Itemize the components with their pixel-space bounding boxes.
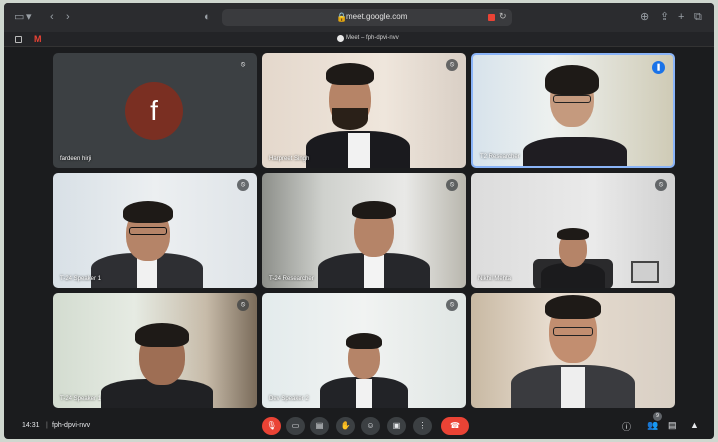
tab-bar: M Meet – fph-dpvi-nvv <box>4 32 714 47</box>
browser-toolbar: ▭ ▾ ‹ › ◐ 🔒 meet.google.com ↻ ⊕ ⇪ + ⧉ <box>4 3 714 32</box>
participant-tile-fardeen[interactable]: f ⦸ fardeen hirji <box>53 53 257 168</box>
mic-muted-icon: ⦸ <box>446 179 458 191</box>
participant-name: Dev Speaker 2 <box>269 396 309 402</box>
address-url: meet.google.com <box>346 12 408 21</box>
gmail-icon[interactable]: M <box>34 34 42 44</box>
mic-muted-icon: ⦸ <box>446 59 458 71</box>
raise-hand-button[interactable]: ✋ <box>336 417 355 435</box>
meet-window: ▭ ▾ ‹ › ◐ 🔒 meet.google.com ↻ ⊕ ⇪ + ⧉ M … <box>4 3 714 439</box>
new-tab-icon[interactable]: + <box>678 10 684 24</box>
privacy-shield-icon[interactable]: ◐ <box>204 10 211 24</box>
participant-name: Harpreet Singh <box>269 156 310 162</box>
participant-tile-nikhil[interactable]: ⦸ Nikhil Mehta <box>471 173 675 288</box>
participant-tile-t24-speaker-1[interactable]: ⦸ T-24 Speaker 1 <box>53 173 257 288</box>
pinned-tab-icon[interactable] <box>15 36 22 43</box>
camera-toggle-button[interactable]: ▭ <box>286 417 305 435</box>
meeting-info-icon[interactable]: ⓘ <box>622 420 631 433</box>
participant-tile-9[interactable] <box>471 293 675 408</box>
present-screen-button[interactable]: ▣ <box>387 417 406 435</box>
back-arrow-icon[interactable]: ‹ <box>50 10 54 24</box>
download-icon[interactable]: ⊕ <box>640 10 649 24</box>
participant-name: Nikhil Mehta <box>478 276 512 282</box>
tab-favicon-icon <box>337 35 344 42</box>
tab-meet[interactable]: Meet – fph-dpvi-nvv <box>346 35 399 41</box>
address-bar[interactable]: 🔒 meet.google.com ↻ <box>222 9 512 26</box>
reload-icon[interactable]: ↻ <box>499 11 507 22</box>
participant-name: fardeen hirji <box>60 156 92 162</box>
mic-muted-icon: ⦸ <box>237 299 249 311</box>
speaking-indicator-icon: ❚ <box>652 61 665 74</box>
meeting-control-bar: 14:31 | fph-dpvi-nvv 🎙 ▭ ▤ ✋ ☺ ▣ ⋮ ☎ ⓘ 9… <box>4 412 714 439</box>
chevron-down-icon[interactable]: ▾ <box>26 10 32 24</box>
tab-overview-icon[interactable]: ⧉ <box>694 10 702 24</box>
participant-tile-t24-researcher[interactable]: ⦸ T-24 Researcher <box>262 173 466 288</box>
participant-name: T-24 Speaker 1 <box>60 396 102 402</box>
participant-tile-dev-speaker-2[interactable]: ⦸ Dev Speaker 2 <box>262 293 466 408</box>
participant-name: T-24 Researcher <box>269 276 314 282</box>
chat-icon[interactable]: ▤ <box>668 420 677 431</box>
mic-toggle-button[interactable]: 🎙 <box>262 417 281 435</box>
participant-name: T2 Researcher <box>480 154 520 160</box>
leave-call-button[interactable]: ☎ <box>441 417 469 435</box>
recording-icon <box>488 14 495 21</box>
sidebar-toggle-icon[interactable]: ▭ <box>14 10 24 24</box>
captions-button[interactable]: ▤ <box>310 417 329 435</box>
picture-frame <box>631 261 659 283</box>
mic-muted-icon: ⦸ <box>655 179 667 191</box>
avatar: f <box>125 82 183 140</box>
participant-tile-t24-speaker-1b[interactable]: ⦸ T-24 Speaker 1 <box>53 293 257 408</box>
mic-muted-icon: ⦸ <box>237 59 249 71</box>
activities-icon[interactable]: ▲ <box>690 420 699 430</box>
participant-tile-t2-researcher[interactable]: ❚ T2 Researcher <box>471 53 675 168</box>
more-options-button[interactable]: ⋮ <box>413 417 432 435</box>
mic-muted-icon: ⦸ <box>237 179 249 191</box>
people-icon[interactable]: 👥 <box>647 420 658 431</box>
meeting-clock: 14:31 <box>22 422 40 429</box>
participant-tile-harpreet[interactable]: ⦸ Harpreet Singh <box>262 53 466 168</box>
participant-name: T-24 Speaker 1 <box>60 276 102 282</box>
meeting-code: fph-dpvi-nvv <box>52 422 91 429</box>
emoji-reaction-button[interactable]: ☺ <box>361 417 380 435</box>
forward-arrow-icon[interactable]: › <box>66 10 70 24</box>
mic-muted-icon: ⦸ <box>446 299 458 311</box>
share-icon[interactable]: ⇪ <box>660 10 669 24</box>
